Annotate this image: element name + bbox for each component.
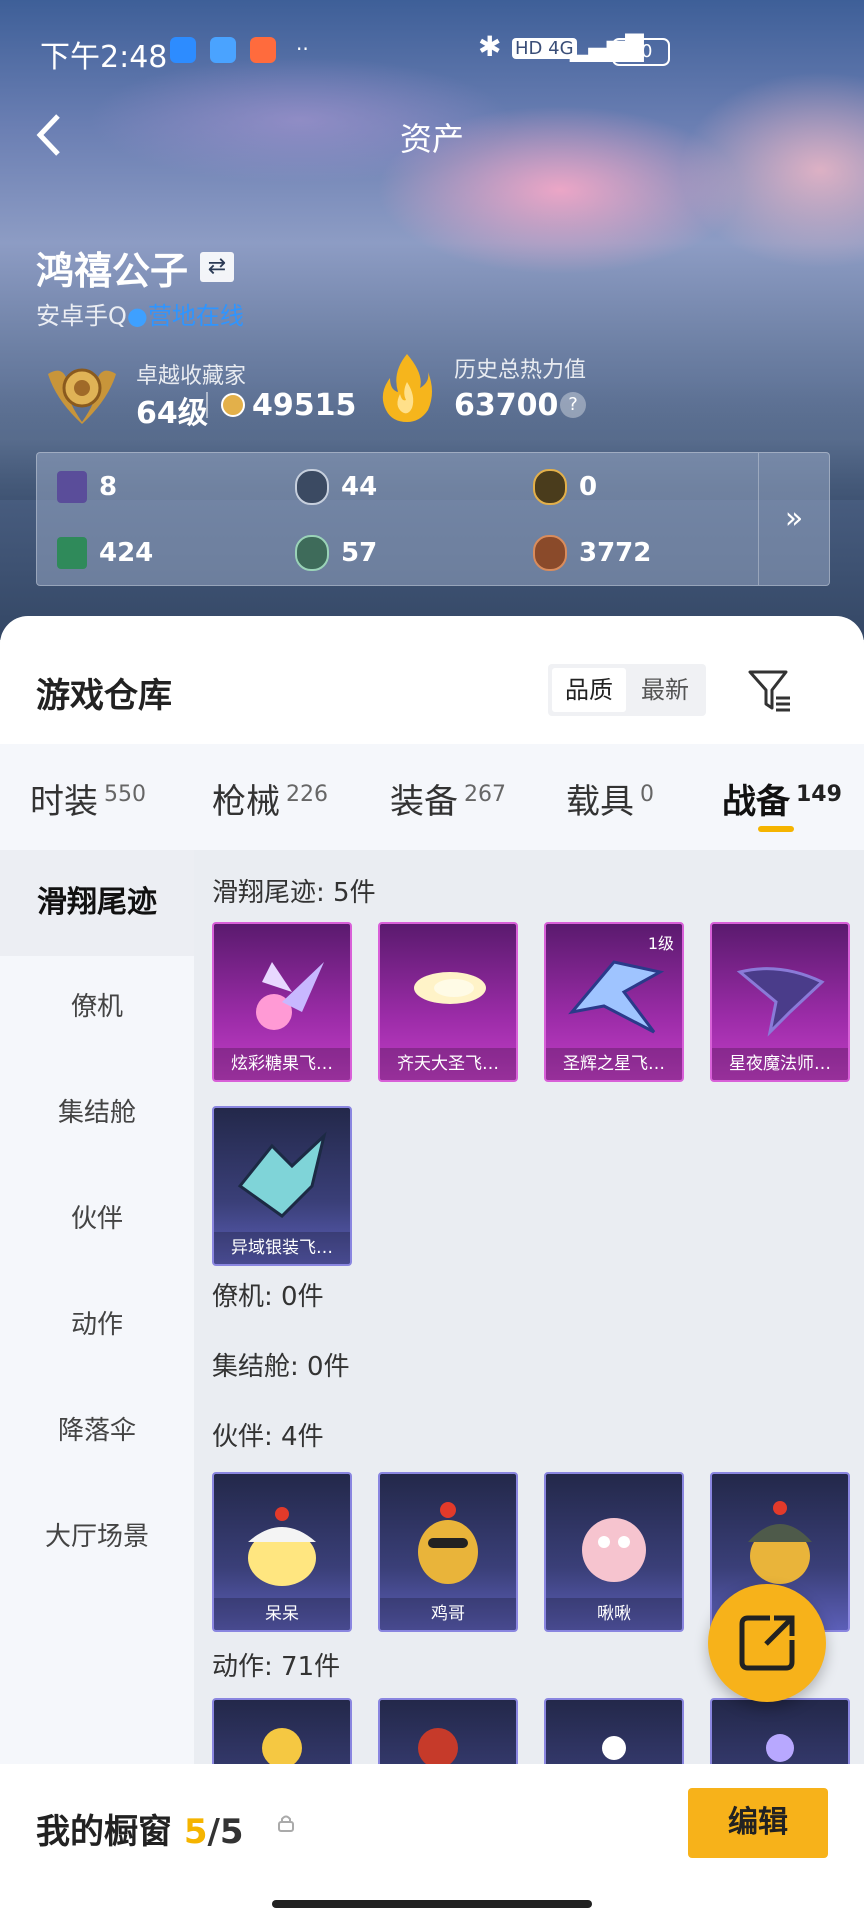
more-dots-icon: ·· — [296, 37, 309, 61]
section-title-glide: 滑翔尾迹: 5件 — [212, 878, 376, 908]
help-icon[interactable]: ? — [560, 392, 586, 418]
silver-coin-icon — [295, 469, 329, 505]
item-card[interactable]: 炫彩糖果飞… — [212, 922, 352, 1082]
sort-newest-button[interactable]: 最新 — [628, 668, 702, 712]
stat-item: 3772 — [533, 533, 651, 573]
item-card[interactable] — [378, 1698, 518, 1764]
section-title-wingman: 僚机: 0件 — [212, 1282, 324, 1312]
action-emote-icon — [418, 1728, 458, 1764]
purple-card-icon — [57, 471, 87, 503]
showcase-count-current: 5 — [183, 1812, 208, 1852]
battery-indicator: 90 — [612, 38, 670, 66]
sort-toggle: 品质 最新 — [548, 664, 706, 716]
section-title-capsule: 集结舱: 0件 — [212, 1352, 350, 1382]
action-emote-icon — [262, 1728, 302, 1764]
status-time: 下午2:48 — [40, 40, 168, 75]
section-title-action: 动作: 71件 — [212, 1652, 341, 1682]
item-card[interactable]: 鸡哥 — [378, 1472, 518, 1632]
green-orb-icon — [295, 535, 329, 571]
tab-vehicles[interactable]: 载具 0 — [566, 774, 654, 823]
status-bar: 下午2:48 ·· ✱ HD 4G ▂▄▆█ 90 — [0, 0, 864, 100]
sidebar-item-capsule[interactable]: 集结舱 — [0, 1092, 194, 1129]
sidebar-item-lobby-scene[interactable]: 大厅场景 — [0, 1516, 194, 1553]
category-tabs: 时装 550 枪械 226 装备 267 载具 0 战备 149 — [0, 744, 864, 850]
collector-medal-icon — [48, 368, 116, 424]
stat-item: 8 — [57, 467, 117, 507]
cloud-trail-icon — [414, 972, 486, 1004]
action-emote-icon — [766, 1734, 794, 1762]
rooster-partner-icon — [418, 1502, 478, 1584]
page-title: 资产 — [399, 120, 464, 158]
shop-notification-icon — [250, 37, 276, 63]
item-card[interactable]: 啾啾 — [544, 1472, 684, 1632]
heat-label: 历史总热力值 — [454, 358, 587, 383]
chick-partner-icon — [248, 1507, 316, 1586]
collector-level: 64级 — [136, 396, 208, 431]
magic-wing-icon — [736, 967, 825, 1037]
active-tab-underline — [758, 826, 794, 832]
external-link-icon — [739, 1615, 795, 1671]
stat-item: 57 — [295, 533, 377, 573]
hd-signal-icon: HD 4G — [512, 38, 577, 59]
switch-account-icon[interactable]: ⇄ — [200, 252, 234, 282]
share-button[interactable] — [708, 1584, 826, 1702]
sidebar-item-glide-trail[interactable]: 滑翔尾迹 — [0, 850, 194, 956]
tab-combat-gear[interactable]: 战备 149 — [722, 774, 842, 823]
sidebar-item-parachute[interactable]: 降落伞 — [0, 1410, 194, 1447]
pink-bird-partner-icon — [582, 1518, 646, 1582]
stat-item: 424 — [57, 533, 153, 573]
sidebar-item-wingman[interactable]: 僚机 — [0, 986, 194, 1023]
points-value: 49515 — [252, 388, 357, 423]
item-card[interactable] — [212, 1698, 352, 1764]
stat-item: 44 — [295, 467, 377, 507]
showcase-count-total: /5 — [207, 1812, 244, 1852]
tab-fashion[interactable]: 时装 550 — [30, 774, 146, 823]
warehouse-title: 游戏仓库 — [36, 676, 172, 716]
item-card[interactable]: 1级 圣辉之星飞… — [544, 922, 684, 1082]
item-card[interactable]: 异域银装飞… — [212, 1106, 352, 1266]
showcase-bar: 我的橱窗 5/5 编辑 — [0, 1764, 864, 1920]
tab-equipment[interactable]: 装备 267 — [390, 774, 506, 823]
edit-button[interactable]: 编辑 — [688, 1788, 828, 1858]
points-coin-icon — [221, 393, 245, 417]
platform-label: 安卓手Q — [36, 302, 127, 330]
item-card[interactable] — [710, 1698, 850, 1764]
collector-title: 卓越收藏家 — [136, 364, 247, 389]
expand-more-button[interactable]: » — [758, 453, 829, 585]
candy-trail-icon — [256, 962, 324, 1030]
gold-coin-icon — [533, 469, 567, 505]
item-card[interactable]: 齐天大圣飞… — [378, 922, 518, 1082]
currency-panel: 8 44 0 424 57 3772 » — [36, 452, 830, 586]
item-card[interactable]: 星夜魔法师… — [710, 922, 850, 1082]
helmet-chick-partner-icon — [748, 1501, 812, 1584]
item-card[interactable] — [544, 1698, 684, 1764]
card-notification-icon — [210, 37, 236, 63]
sidebar-item-action[interactable]: 动作 — [0, 1304, 194, 1341]
silver-wing-icon — [237, 1131, 327, 1218]
divider — [206, 392, 208, 418]
sidebar-item-partner[interactable]: 伙伴 — [0, 1198, 194, 1235]
stat-item: 0 — [533, 467, 597, 507]
sidebar: 滑翔尾迹 僚机 集结舱 伙伴 动作 降落伞 大厅场景 — [0, 850, 194, 1764]
user-name: 鸿禧公子 — [36, 249, 189, 293]
sort-quality-button[interactable]: 品质 — [552, 668, 626, 712]
lock-icon — [278, 1815, 294, 1832]
bluetooth-icon: ✱ — [478, 30, 502, 63]
online-status: 营地在线 — [147, 302, 244, 330]
green-card-icon — [57, 537, 87, 569]
item-card[interactable]: 呆呆 — [212, 1472, 352, 1632]
platform-status: 安卓手Q●营地在线 — [36, 302, 244, 330]
showcase-label: 我的橱窗 5/5 — [36, 1812, 244, 1852]
action-emote-icon — [602, 1736, 626, 1760]
filter-icon[interactable] — [746, 666, 794, 714]
app-notification-icon — [170, 37, 196, 63]
star-wing-icon — [568, 960, 664, 1034]
tab-weapons[interactable]: 枪械 226 — [212, 774, 328, 823]
heat-flame-icon — [382, 354, 432, 422]
bronze-coin-icon — [533, 535, 567, 571]
heat-value: 63700 — [454, 388, 559, 423]
section-title-partner: 伙伴: 4件 — [212, 1422, 324, 1452]
home-indicator[interactable] — [272, 1900, 592, 1908]
